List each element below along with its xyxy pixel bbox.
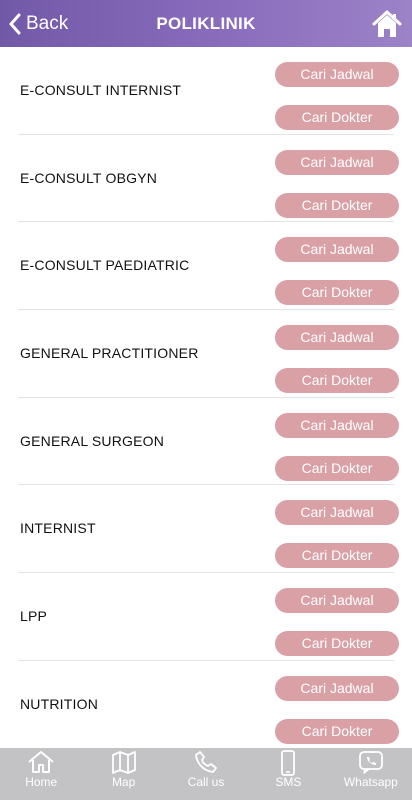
list-item: INTERNIST Cari Jadwal Cari Dokter bbox=[0, 485, 412, 573]
find-schedule-button[interactable]: Cari Jadwal bbox=[275, 149, 399, 175]
find-schedule-button[interactable]: Cari Jadwal bbox=[275, 62, 399, 87]
clinic-name: NUTRITION bbox=[20, 695, 99, 712]
find-doctor-button[interactable]: Cari Dokter bbox=[275, 105, 399, 130]
find-doctor-button[interactable]: Cari Dokter bbox=[275, 192, 399, 218]
back-button[interactable]: Back bbox=[8, 9, 68, 39]
tab-label: Call us bbox=[187, 775, 225, 789]
find-schedule-button[interactable]: Cari Jadwal bbox=[275, 500, 399, 526]
find-doctor-button[interactable]: Cari Dokter bbox=[275, 543, 399, 569]
clinic-name: GENERAL PRACTITIONER bbox=[20, 345, 199, 362]
clinic-name: GENERAL SURGEON bbox=[20, 432, 165, 449]
tab-whatsapp[interactable]: Whatsapp bbox=[330, 748, 412, 800]
find-schedule-button[interactable]: Cari Jadwal bbox=[275, 237, 399, 263]
phone-icon bbox=[194, 750, 218, 774]
find-doctor-button[interactable]: Cari Dokter bbox=[275, 455, 399, 481]
tab-label: Home bbox=[25, 775, 58, 789]
home-icon bbox=[27, 750, 55, 774]
list-item: GENERAL SURGEON Cari Jadwal Cari Dokter bbox=[0, 398, 412, 486]
list-item: NUTRITION Cari Jadwal Cari Dokter bbox=[0, 661, 412, 748]
find-doctor-button[interactable]: Cari Dokter bbox=[275, 280, 399, 306]
bottom-tab-bar: Home Map Call us SMS Whatsapp bbox=[0, 748, 412, 800]
clinic-name: E-CONSULT OBGYN bbox=[20, 169, 158, 186]
clinic-name: INTERNIST bbox=[20, 520, 96, 537]
app-header: Back POLIKLINIK bbox=[0, 0, 412, 47]
clinic-name: LPP bbox=[20, 608, 48, 625]
clinic-list[interactable]: E-CONSULT INTERNIST Cari Jadwal Cari Dok… bbox=[0, 47, 412, 748]
tab-sms[interactable]: SMS bbox=[247, 748, 329, 800]
tab-label: Whatsapp bbox=[343, 775, 398, 789]
tab-map[interactable]: Map bbox=[82, 748, 164, 800]
back-label: Back bbox=[26, 13, 69, 34]
find-schedule-button[interactable]: Cari Jadwal bbox=[275, 588, 399, 614]
tab-label: SMS bbox=[275, 775, 302, 789]
list-item: GENERAL PRACTITIONER Cari Jadwal Cari Do… bbox=[0, 310, 412, 398]
find-schedule-button[interactable]: Cari Jadwal bbox=[275, 675, 399, 701]
find-doctor-button[interactable]: Cari Dokter bbox=[275, 718, 399, 744]
clinic-name: E-CONSULT PAEDIATRIC bbox=[20, 257, 190, 274]
home-button[interactable] bbox=[372, 9, 402, 39]
list-item: LPP Cari Jadwal Cari Dokter bbox=[0, 573, 412, 661]
clinic-name: E-CONSULT INTERNIST bbox=[20, 82, 182, 98]
find-doctor-button[interactable]: Cari Dokter bbox=[275, 631, 399, 657]
map-icon bbox=[111, 750, 137, 774]
find-schedule-button[interactable]: Cari Jadwal bbox=[275, 325, 399, 351]
list-item: E-CONSULT PAEDIATRIC Cari Jadwal Cari Do… bbox=[0, 222, 412, 310]
find-doctor-button[interactable]: Cari Dokter bbox=[275, 368, 399, 394]
list-item: E-CONSULT OBGYN Cari Jadwal Cari Dokter bbox=[0, 135, 412, 223]
find-schedule-button[interactable]: Cari Jadwal bbox=[275, 412, 399, 438]
chat-icon bbox=[358, 750, 384, 774]
tab-home[interactable]: Home bbox=[0, 748, 82, 800]
tab-label: Map bbox=[111, 775, 136, 789]
list-item: E-CONSULT INTERNIST Cari Jadwal Cari Dok… bbox=[0, 47, 412, 135]
chevron-left-icon bbox=[8, 13, 22, 35]
tab-call-us[interactable]: Call us bbox=[165, 748, 247, 800]
home-icon bbox=[372, 9, 402, 39]
mobile-icon bbox=[280, 750, 296, 776]
